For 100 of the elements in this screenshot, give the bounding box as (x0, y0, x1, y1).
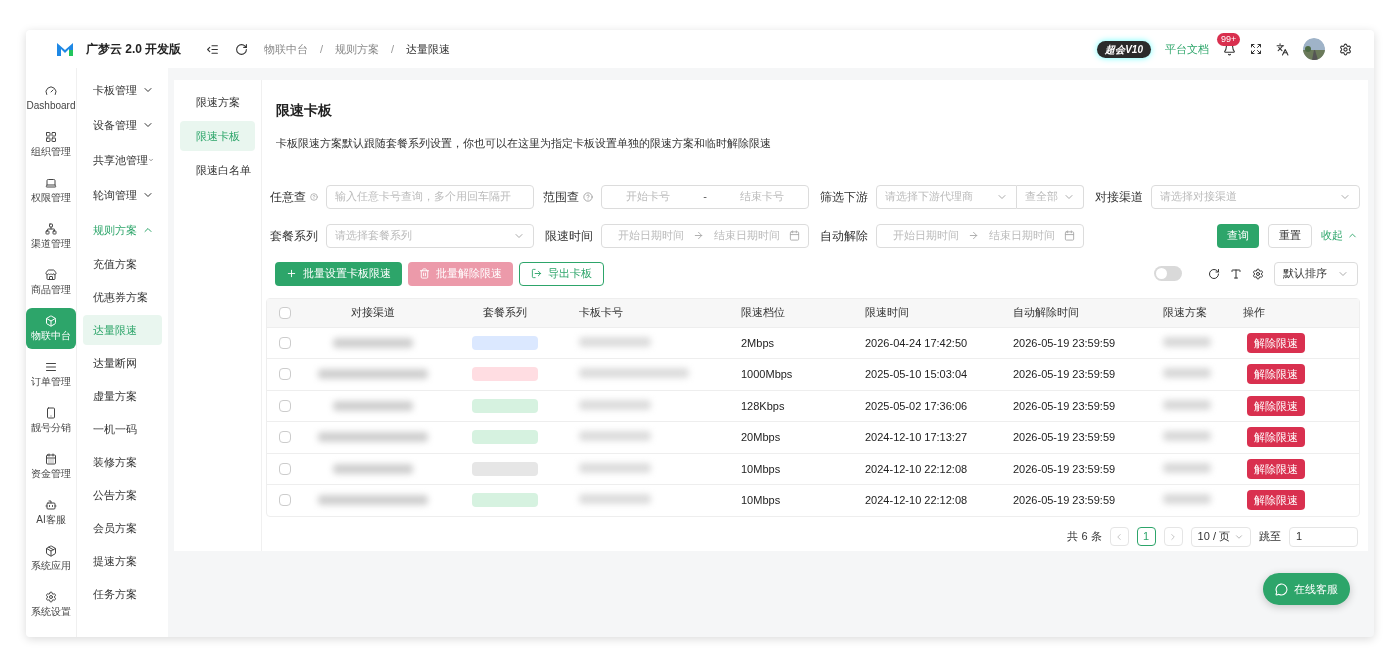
release-time-cell-text: 2026-05-19 23:59:59 (1012, 398, 1117, 414)
vip-badge: 超会V10 (1097, 40, 1151, 58)
release-time-cell-text: 2026-05-19 23:59:59 (1012, 367, 1117, 382)
blurred-text (579, 399, 651, 410)
side-tab[interactable]: 限速方案 (180, 87, 255, 117)
notification-badge: 99+ (1217, 32, 1241, 46)
row-checkbox[interactable] (279, 494, 291, 507)
sort-select[interactable]: 默认排序 (1274, 261, 1358, 286)
breadcrumb-item[interactable]: 规则方案 (335, 40, 380, 58)
column-header: 套餐系列 (482, 305, 528, 321)
rail-item[interactable]: 资金管理 (26, 446, 76, 487)
menu-item[interactable]: 一机一码 (83, 414, 162, 444)
store-icon (45, 269, 57, 281)
rail-item[interactable]: Dashboard (26, 78, 76, 119)
row-checkbox[interactable] (279, 336, 291, 349)
unlimit-button[interactable]: 解除限速 (1247, 364, 1305, 385)
rail-item[interactable]: AI客服 (26, 492, 76, 533)
calendar-icon (1064, 230, 1075, 241)
blurred-text (1163, 336, 1211, 347)
rail-item[interactable]: 订单管理 (26, 354, 76, 395)
menu-icon (45, 361, 57, 373)
network-icon (45, 223, 57, 235)
unlimit-button[interactable]: 解除限速 (1247, 427, 1305, 448)
menu-group[interactable]: 设备管理 (83, 109, 162, 141)
unlimit-button[interactable]: 解除限速 (1247, 332, 1305, 353)
page-size-select[interactable]: 10 / 页 (1190, 526, 1251, 547)
column-header: 卡板卡号 (578, 305, 624, 321)
rail-item[interactable]: 权限管理 (26, 170, 76, 211)
limit-time-cell-text: 2026-04-24 17:42:50 (864, 335, 969, 351)
refresh-icon[interactable] (235, 42, 248, 56)
rail-item[interactable]: 系统应用 (26, 538, 76, 579)
arrow-right-icon (693, 230, 705, 241)
grid-icon (45, 131, 57, 143)
logo-icon (56, 41, 74, 57)
blurred-text (579, 494, 651, 504)
filter-label: 套餐系列 (270, 227, 318, 245)
breadcrumb-separator: / (320, 41, 324, 57)
trash-icon (419, 268, 430, 279)
filter-label: 自动解除 (820, 227, 868, 245)
row-checkbox[interactable] (279, 431, 291, 444)
row-checkbox[interactable] (279, 399, 291, 412)
blurred-text (1163, 368, 1211, 378)
menu-item[interactable]: 虚量方案 (83, 381, 162, 411)
menu-item[interactable]: 装修方案 (83, 447, 162, 477)
package-icon (45, 545, 57, 557)
refresh-icon[interactable] (1208, 267, 1220, 280)
menu-group[interactable]: 卡板管理 (83, 74, 162, 106)
column-header: 操作 (1242, 305, 1266, 321)
settings-icon[interactable] (1252, 267, 1264, 280)
filter-label: 筛选下游 (820, 188, 868, 206)
breadcrumb-item: 达量限速 (406, 41, 451, 57)
reset-button[interactable]: 重置 (1268, 223, 1312, 248)
page-description: 卡板限速方案默认跟随套餐系列设置，你也可以在这里为指定卡板设置单独的限速方案和临时解除限速 (275, 136, 772, 151)
blurred-text (1163, 431, 1211, 441)
menu-item[interactable]: 充值方案 (83, 249, 162, 279)
select-all-checkbox[interactable] (279, 306, 291, 319)
rail-item[interactable]: 系统设置 (26, 584, 76, 625)
limit-time-cell-text: 2024-12-10 22:12:08 (864, 493, 969, 508)
settings-icon (45, 591, 57, 603)
rail-item[interactable]: 渠道管理 (26, 216, 76, 257)
jump-input[interactable]: 1 (1289, 526, 1358, 547)
rail-item[interactable]: 商品管理 (26, 262, 76, 303)
collapse-icon[interactable] (206, 42, 219, 56)
filter-label: 限速时间 (545, 227, 593, 245)
menu-group[interactable]: 共享池管理 (83, 144, 162, 176)
unlimit-button[interactable]: 解除限速 (1247, 395, 1305, 416)
gauge-icon (45, 85, 57, 97)
laptop-icon (45, 177, 57, 189)
unlimit-button[interactable]: 解除限速 (1247, 458, 1305, 479)
rail-item[interactable]: 靓号分销 (26, 400, 76, 441)
row-checkbox[interactable] (279, 368, 291, 381)
menu-item[interactable]: 任务方案 (83, 579, 162, 609)
rail-item[interactable]: 组织管理 (26, 124, 76, 165)
menu-item[interactable]: 提速方案 (83, 546, 162, 576)
cube-icon (45, 315, 57, 327)
settings-icon[interactable] (1339, 42, 1352, 56)
release-time-cell-text: 2026-05-19 23:59:59 (1012, 430, 1117, 445)
blurred-text (579, 336, 651, 347)
menu-group[interactable]: 轮询管理 (83, 179, 162, 211)
speed-cell-text: 10Mbps (740, 493, 782, 508)
fullscreen-icon[interactable] (1250, 43, 1262, 55)
menu-item[interactable]: 达量断网 (83, 348, 162, 378)
breadcrumb-item[interactable]: 物联中台 (264, 40, 308, 58)
speed-cell-text: 10Mbps (740, 461, 782, 477)
menu-item[interactable]: 公告方案 (83, 480, 162, 510)
menu-item[interactable]: 会员方案 (83, 513, 162, 543)
app-title: 广梦云 2.0 开发版 (86, 41, 182, 58)
side-tab[interactable]: 限速白名单 (180, 155, 255, 185)
blurred-text (1163, 399, 1211, 410)
unlimit-button[interactable]: 解除限速 (1247, 490, 1305, 511)
translate-icon[interactable] (1276, 42, 1289, 56)
row-checkbox[interactable] (279, 462, 291, 475)
column-header: 限速时间 (864, 305, 910, 321)
toggle-switch[interactable] (1154, 266, 1182, 281)
text-size-icon[interactable] (1230, 267, 1242, 280)
speed-cell-text: 1000Mbps (740, 367, 794, 382)
menu-item[interactable]: 优惠券方案 (83, 282, 162, 312)
release-time-cell-text: 2026-05-19 23:59:59 (1012, 493, 1117, 508)
filter-label: 任意查 (270, 188, 306, 206)
phone-icon (45, 407, 57, 419)
